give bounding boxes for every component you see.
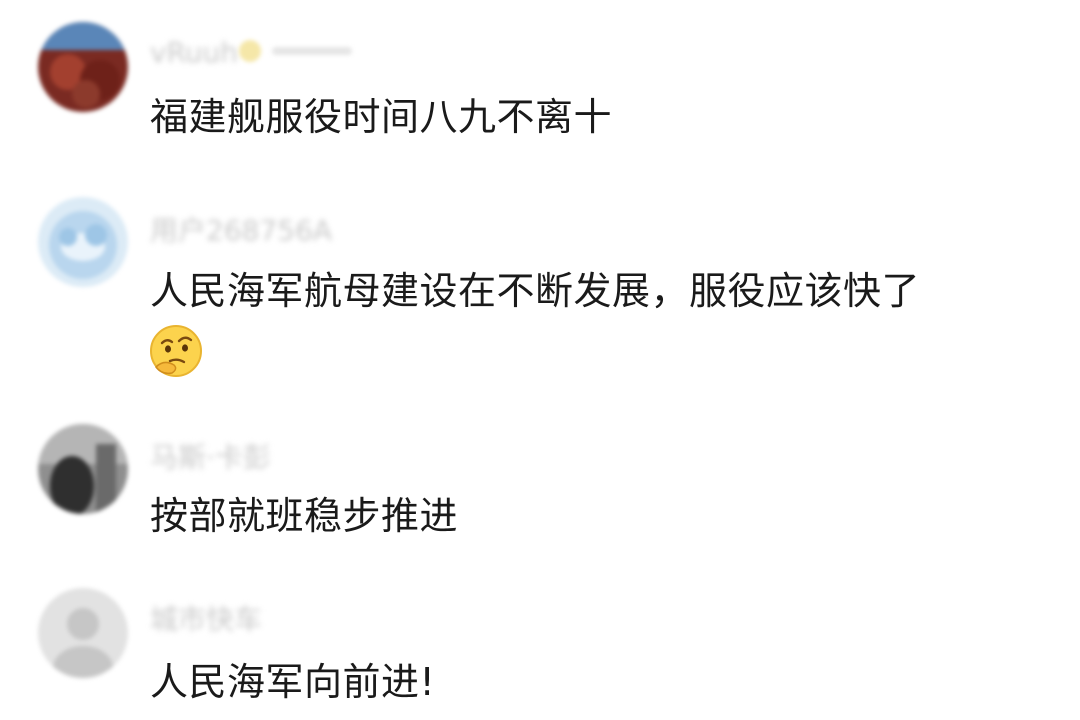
- comment-text: 福建舰服役时间八九不离十: [150, 95, 613, 139]
- comment-text: 人民海军向前进!: [150, 660, 436, 704]
- photo-avatar-dark-icon: [38, 424, 128, 514]
- comment-text: 人民海军航母建设在不断发展，服役应该快了: [150, 269, 921, 313]
- user-avatar[interactable]: [38, 197, 128, 287]
- comment-list: vRuuh 福建舰服役时间八九不离十 用户268756A 人民海军航母建设在不断…: [0, 0, 1080, 720]
- comment-item: 马斯·卡彭 按部就班稳步推进: [0, 400, 1080, 570]
- default-avatar-gray-icon: [38, 588, 128, 678]
- user-badge-icon: [238, 38, 358, 68]
- comment-item: 用户268756A 人民海军航母建设在不断发展，服役应该快了: [0, 175, 1080, 400]
- user-avatar[interactable]: [38, 424, 128, 514]
- username[interactable]: 城市快车: [150, 598, 262, 638]
- photo-avatar-red-icon: [38, 22, 128, 112]
- comment-item: vRuuh 福建舰服役时间八九不离十: [0, 0, 1080, 175]
- comment-text: 按部就班稳步推进: [150, 494, 459, 538]
- cloud-avatar-blue-icon: [38, 197, 128, 287]
- username[interactable]: vRuuh: [150, 36, 238, 69]
- comment-item: 城市快车 人民海军向前进!: [0, 570, 1080, 720]
- user-avatar[interactable]: [38, 588, 128, 678]
- user-avatar[interactable]: [38, 22, 128, 112]
- username[interactable]: 马斯·卡彭: [150, 436, 271, 476]
- username[interactable]: 用户268756A: [150, 209, 332, 249]
- thinking-emoji-icon: [148, 323, 204, 379]
